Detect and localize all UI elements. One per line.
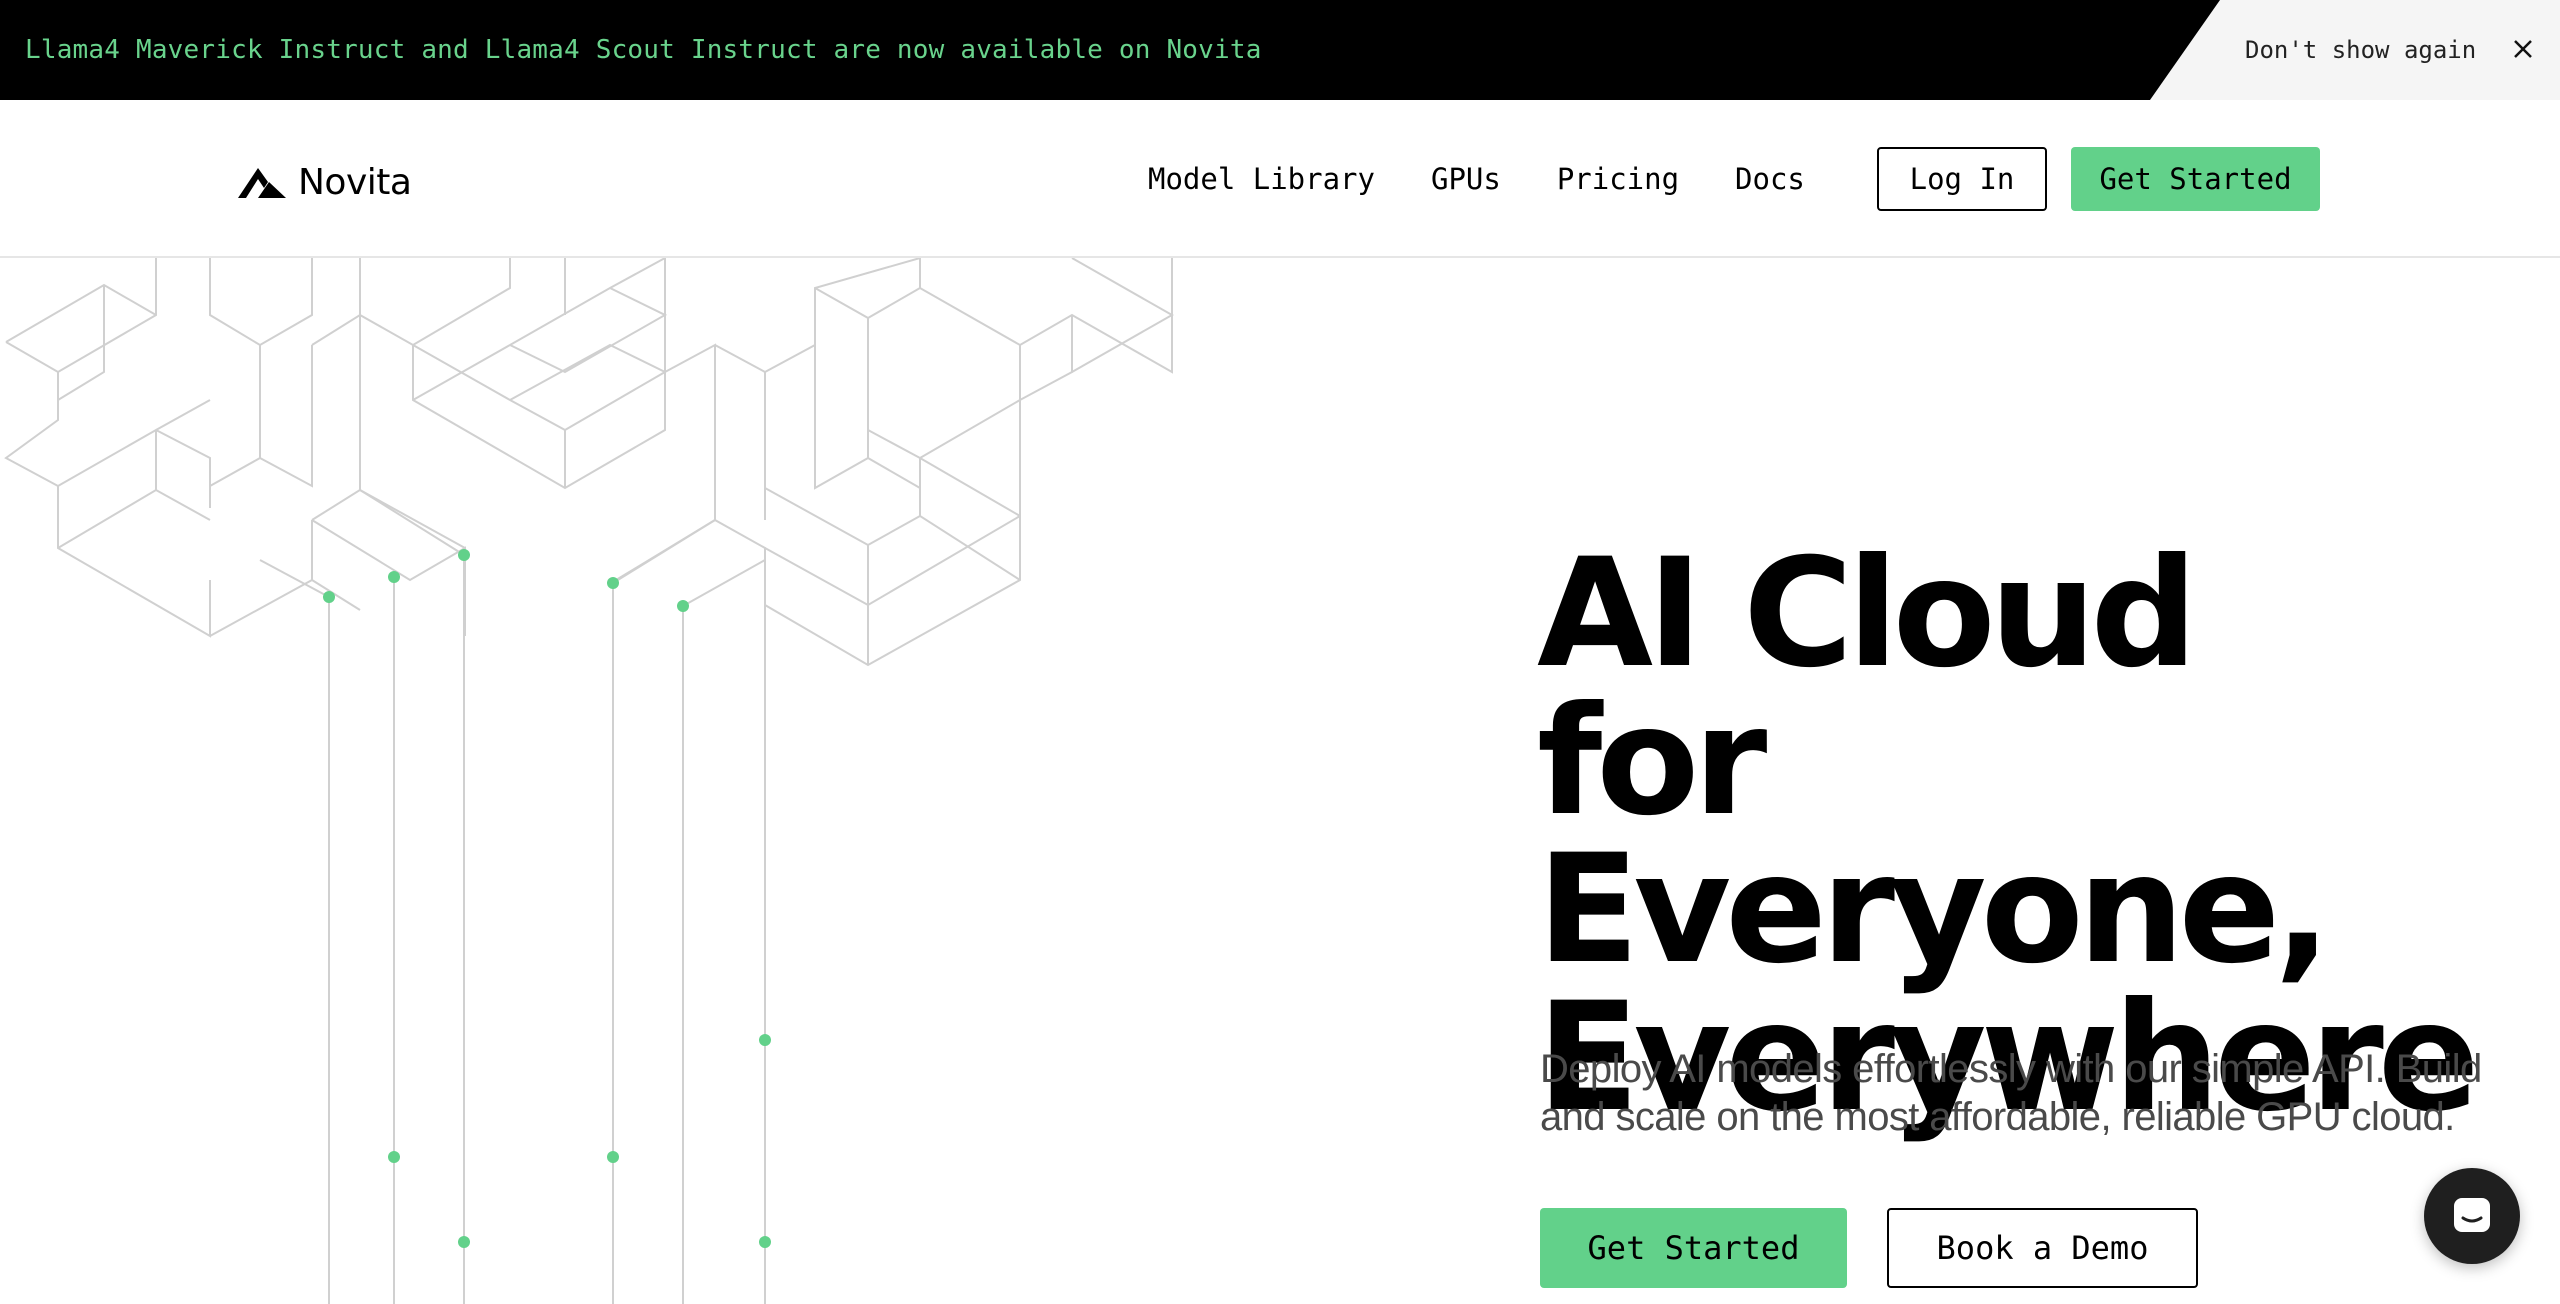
brand-name: Novita — [298, 161, 412, 203]
chat-icon — [2454, 1198, 2490, 1232]
login-button[interactable]: Log In — [1877, 147, 2047, 211]
nav-link-model-library[interactable]: Model Library — [1148, 162, 1375, 196]
hero-title: AI Cloud for Everyone, Everywhere — [1537, 539, 2480, 1133]
nav-link-pricing[interactable]: Pricing — [1557, 162, 1679, 196]
dont-show-again-button[interactable]: Don't show again — [2245, 0, 2476, 100]
brand-logo[interactable]: Novita — [238, 160, 412, 204]
hero-subtitle: Deploy AI models effortlessly with our s… — [1540, 1047, 2482, 1139]
hero-get-started-button[interactable]: Get Started — [1540, 1208, 1847, 1288]
nav-link-docs[interactable]: Docs — [1735, 162, 1805, 196]
nav-link-gpus[interactable]: GPUs — [1431, 162, 1501, 196]
book-demo-button[interactable]: Book a Demo — [1887, 1208, 2198, 1288]
top-navigation: Novita Model Library GPUs Pricing Docs L… — [0, 100, 2560, 258]
nav-links: Model Library GPUs Pricing Docs — [1148, 100, 1861, 258]
close-icon[interactable] — [2508, 34, 2538, 64]
announcement-message[interactable]: Llama4 Maverick Instruct and Llama4 Scou… — [25, 0, 1262, 100]
nav-get-started-button[interactable]: Get Started — [2071, 147, 2320, 211]
hero-title-line1: AI Cloud for — [1537, 527, 2198, 849]
chat-launcher-button[interactable] — [2424, 1168, 2520, 1264]
hero-isometric-illustration — [4, 258, 1175, 1304]
novita-logo-icon — [238, 168, 286, 198]
announcement-banner: Llama4 Maverick Instruct and Llama4 Scou… — [0, 0, 2560, 100]
